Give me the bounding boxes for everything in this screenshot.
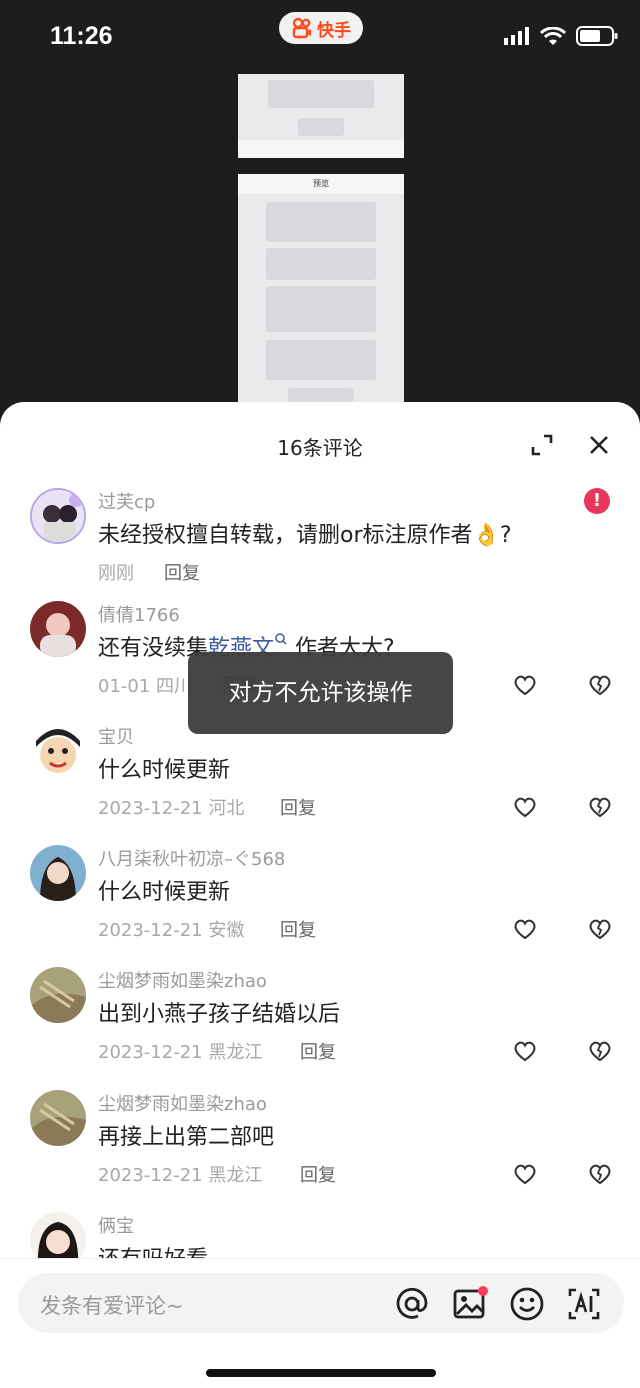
avatar[interactable] [30, 845, 86, 901]
app-badge[interactable]: 快手 [279, 12, 363, 44]
reply-button[interactable]: 回复 [300, 1161, 336, 1187]
broken-heart-icon[interactable] [588, 1040, 612, 1062]
reply-button[interactable]: 回复 [164, 559, 200, 585]
comment-username[interactable]: 宝贝 [98, 723, 134, 749]
image-icon[interactable] [452, 1286, 488, 1322]
ai-icon[interactable] [566, 1286, 602, 1322]
screenshot-chat: 预览 [238, 174, 404, 402]
comment-text: 什么时候更新 [98, 880, 231, 905]
comment-input-placeholder: 发条有爱评论~ [40, 1294, 184, 1318]
broken-heart-icon[interactable] [588, 1163, 612, 1185]
battery-icon [576, 26, 618, 46]
sheet-header: 16条评论 [0, 402, 640, 488]
comment-text: 未经授权擅自转载，请删or标注原作者👌? [98, 523, 512, 548]
search-icon [275, 633, 287, 645]
signal-icon [504, 27, 529, 45]
comment-item: 尘烟梦雨如墨染zhao 出到小燕子孩子结婚以后 2023-12-21 黑龙江 回… [0, 967, 640, 1077]
screenshot-top [238, 74, 404, 158]
emoji-icon[interactable] [509, 1286, 545, 1322]
reply-button[interactable]: 回复 [300, 1038, 336, 1064]
comment-time: 2023-12-21 安徽 [98, 920, 245, 941]
alert-icon[interactable]: ! [584, 488, 610, 514]
comment-time: 2023-12-21 河北 [98, 798, 245, 819]
comment-text: 什么时候更新 [98, 758, 231, 783]
comment-text: 再接上出第二部吧 [98, 1125, 275, 1150]
comment-text: 出到小燕子孩子结婚以后 [98, 1002, 341, 1027]
home-indicator[interactable] [206, 1369, 436, 1377]
video-preview[interactable]: 预览 [238, 74, 404, 402]
system-icons [504, 26, 618, 46]
mention-icon[interactable] [394, 1286, 430, 1322]
broken-heart-icon[interactable] [588, 674, 612, 696]
comment-username[interactable]: 尘烟梦雨如墨染zhao [98, 967, 267, 993]
comment-item: 八月柒秋叶初凉–ぐ568 什么时候更新 2023-12-21 安徽 回复 [0, 845, 640, 955]
comment-sheet: 16条评论 过芙cp 未经授权擅自转载，请删or标注原作者👌? 刚刚 回复 ! … [0, 402, 640, 1388]
heart-icon[interactable] [513, 1163, 537, 1185]
avatar[interactable] [30, 601, 86, 657]
status-time: 11:26 [50, 22, 113, 50]
wifi-icon [540, 26, 566, 45]
comment-time: 刚刚 [98, 563, 134, 584]
comment-time: 2023-12-21 黑龙江 [98, 1165, 263, 1186]
comment-time: 2023-12-21 黑龙江 [98, 1042, 263, 1063]
comment-input[interactable]: 发条有爱评论~ [18, 1273, 624, 1333]
avatar[interactable] [30, 488, 86, 544]
comment-time: 01-01 四川 [98, 676, 193, 697]
comment-username[interactable]: 倩倩1766 [98, 601, 180, 627]
avatar[interactable] [30, 723, 86, 779]
comment-username[interactable]: 过芙cp [98, 488, 155, 514]
broken-heart-icon[interactable] [588, 796, 612, 818]
preview-header: 预览 [238, 174, 404, 194]
broken-heart-icon[interactable] [588, 918, 612, 940]
avatar[interactable] [30, 1090, 86, 1146]
comment-item: 尘烟梦雨如墨染zhao 再接上出第二部吧 2023-12-21 黑龙江 回复 [0, 1090, 640, 1200]
heart-icon[interactable] [513, 796, 537, 818]
comment-input-bar: 发条有爱评论~ [0, 1258, 640, 1388]
status-bar: 11:26 快手 [0, 0, 640, 78]
app-name: 快手 [317, 20, 351, 41]
comment-item: 宝贝 什么时候更新 2023-12-21 河北 回复 [0, 723, 640, 833]
comment-username[interactable]: 尘烟梦雨如墨染zhao [98, 1090, 267, 1116]
heart-icon[interactable] [513, 918, 537, 940]
close-icon[interactable] [588, 434, 610, 456]
kuaishou-logo-icon [292, 17, 311, 39]
comment-username[interactable]: 俩宝 [98, 1212, 134, 1238]
toast-message: 对方不允许该操作 [188, 652, 453, 734]
heart-icon[interactable] [513, 674, 537, 696]
comment-username[interactable]: 八月柒秋叶初凉–ぐ568 [98, 845, 285, 871]
heart-icon[interactable] [513, 1040, 537, 1062]
expand-icon[interactable] [531, 434, 553, 456]
avatar[interactable] [30, 967, 86, 1023]
reply-button[interactable]: 回复 [280, 794, 316, 820]
reply-button[interactable]: 回复 [280, 916, 316, 942]
comment-item: 过芙cp 未经授权擅自转载，请删or标注原作者👌? 刚刚 回复 ! [0, 488, 640, 588]
